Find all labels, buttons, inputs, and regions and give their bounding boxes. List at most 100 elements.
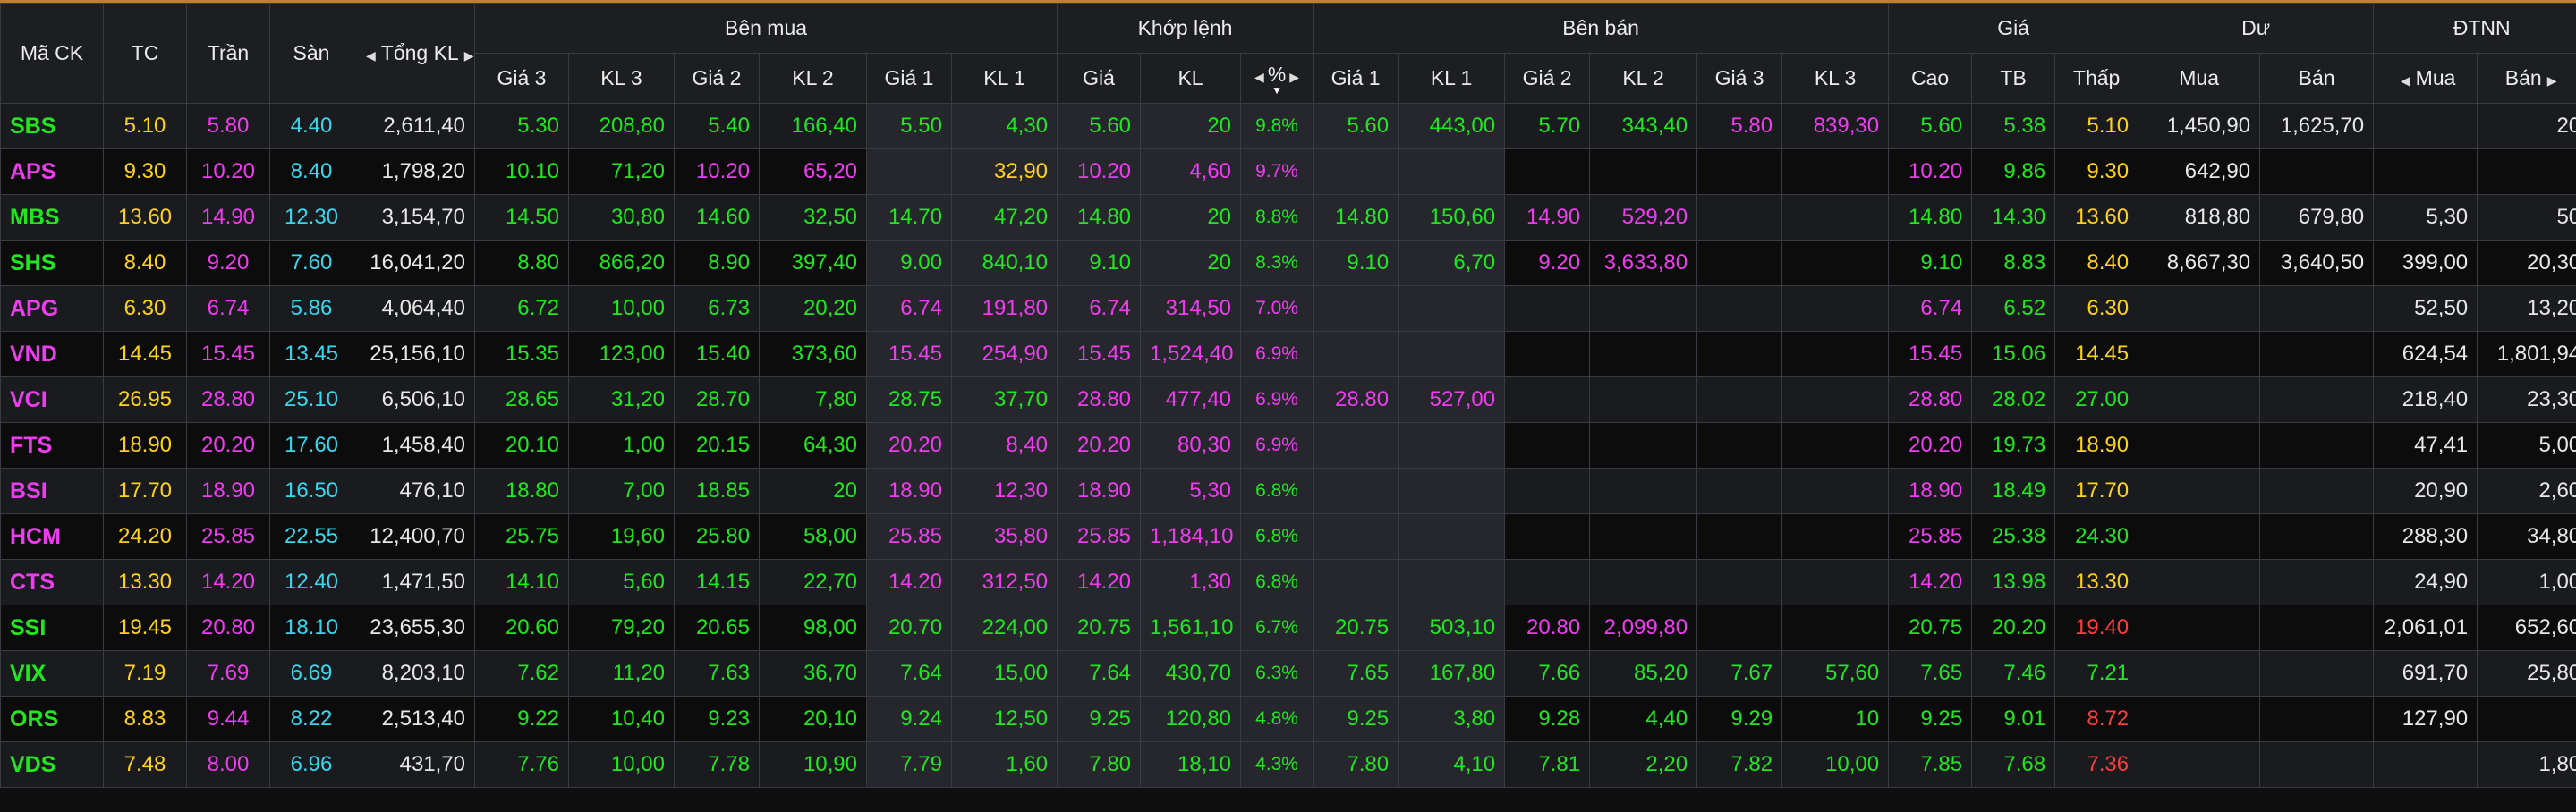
cell-buy-price-3[interactable]: 9.22 (474, 696, 569, 742)
cell-sell-price-2[interactable]: 14.90 (1504, 194, 1591, 241)
col-foreign-sell[interactable]: Bán ▶ (2477, 53, 2576, 104)
cell-sell-vol-1[interactable]: 167,80 (1398, 650, 1506, 697)
cell-match-pct[interactable]: 6.8% (1240, 559, 1314, 605)
cell-ceil[interactable]: 25.85 (186, 513, 270, 560)
cell-sell-price-1[interactable] (1313, 559, 1399, 605)
col-sell-price-2[interactable]: Giá 2 (1504, 53, 1591, 104)
cell-buy-vol-2[interactable]: 98,00 (759, 605, 867, 651)
cell-sell-vol-3[interactable] (1781, 559, 1890, 605)
cell-floor[interactable]: 25.10 (269, 376, 353, 423)
cell-buy-vol-3[interactable]: 10,00 (568, 741, 675, 788)
cell-buy-vol-3[interactable]: 11,20 (568, 650, 675, 697)
cell-sell-vol-1[interactable]: 4,10 (1398, 741, 1506, 788)
col-low[interactable]: Thấp (2054, 53, 2139, 104)
cell-symbol[interactable]: VND (0, 331, 104, 377)
cell-sell-vol-2[interactable] (1589, 422, 1698, 469)
cell-match-vol[interactable]: 5,30 (1140, 468, 1242, 514)
cell-sell-price-2[interactable]: 5.70 (1504, 103, 1591, 149)
cell-ref[interactable]: 6.30 (103, 285, 187, 332)
cell-ref[interactable]: 26.95 (103, 376, 187, 423)
table-row[interactable]: VCI 26.95 28.80 25.10 6,506,10 28.65 31,20 28.7… (0, 376, 2576, 423)
cell-sell-vol-1[interactable] (1398, 559, 1506, 605)
cell-buy-price-3[interactable]: 7.62 (474, 650, 569, 697)
cell-sell-price-3[interactable] (1696, 194, 1783, 241)
cell-ref[interactable]: 14.45 (103, 331, 187, 377)
cell-match-vol[interactable]: 1,561,10 (1140, 605, 1242, 651)
cell-sell-price-3[interactable] (1696, 468, 1783, 514)
cell-buy-vol-3[interactable]: 31,20 (568, 376, 675, 423)
cell-floor[interactable]: 22.55 (269, 513, 353, 560)
cell-buy-price-3[interactable]: 5.30 (474, 103, 569, 149)
cell-sell-price-3[interactable] (1696, 422, 1783, 469)
cell-avg[interactable]: 5.38 (1971, 103, 2056, 149)
cell-match-price[interactable]: 7.80 (1057, 741, 1142, 788)
cell-match-pct[interactable]: 6.9% (1240, 422, 1314, 469)
cell-high[interactable]: 7.85 (1888, 741, 1973, 788)
cell-ref[interactable]: 7.19 (103, 650, 187, 697)
cell-low[interactable]: 24.30 (2054, 513, 2139, 560)
cell-ref[interactable]: 8.40 (103, 240, 187, 286)
cell-buy-vol-1[interactable]: 47,20 (950, 194, 1058, 241)
cell-avg[interactable]: 28.02 (1971, 376, 2056, 423)
cell-sell-vol-3[interactable] (1781, 422, 1890, 469)
cell-buy-vol-1[interactable]: 35,80 (950, 513, 1058, 560)
cell-sell-price-3[interactable] (1696, 148, 1783, 195)
cell-sell-price-2[interactable]: 7.81 (1504, 741, 1591, 788)
cell-buy-vol-2[interactable]: 397,40 (759, 240, 867, 286)
cell-sell-vol-3[interactable] (1781, 285, 1890, 332)
cell-sell-vol-1[interactable]: 527,00 (1398, 376, 1506, 423)
cell-sell-price-2[interactable] (1504, 148, 1591, 195)
cell-sell-vol-1[interactable] (1398, 422, 1506, 469)
col-match-vol[interactable]: KL (1140, 53, 1242, 104)
cell-avg[interactable]: 18.49 (1971, 468, 2056, 514)
cell-sell-vol-2[interactable] (1589, 148, 1698, 195)
cell-buy-vol-3[interactable]: 10,40 (568, 696, 675, 742)
cell-ref[interactable]: 24.20 (103, 513, 187, 560)
cell-floor[interactable]: 6.69 (269, 650, 353, 697)
cell-symbol[interactable]: VCI (0, 376, 104, 423)
cell-sell-price-1[interactable]: 14.80 (1313, 194, 1399, 241)
cell-buy-vol-3[interactable]: 19,60 (568, 513, 675, 560)
cell-sell-price-3[interactable]: 5.80 (1696, 103, 1783, 149)
cell-sell-price-2[interactable]: 9.28 (1504, 696, 1591, 742)
cell-sell-price-3[interactable]: 9.29 (1696, 696, 1783, 742)
triangle-left-icon[interactable]: ◀ (1254, 70, 1264, 84)
cell-buy-price-2[interactable]: 18.85 (674, 468, 760, 514)
cell-match-pct[interactable]: 4.8% (1240, 696, 1314, 742)
cell-sell-vol-3[interactable] (1781, 376, 1890, 423)
cell-match-price[interactable]: 14.80 (1057, 194, 1142, 241)
col-total-vol[interactable]: ◀ Tổng KL ▶ (353, 3, 475, 104)
cell-avg[interactable]: 8.83 (1971, 240, 2056, 286)
cell-buy-price-2[interactable]: 6.73 (674, 285, 760, 332)
table-row[interactable]: VND 14.45 15.45 13.45 25,156,10 15.35 123,00 15… (0, 331, 2576, 377)
cell-low[interactable]: 17.70 (2054, 468, 2139, 514)
cell-buy-vol-3[interactable]: 1,00 (568, 422, 675, 469)
cell-sell-vol-3[interactable] (1781, 194, 1890, 241)
cell-sell-vol-2[interactable] (1589, 468, 1698, 514)
col-buy-vol-1[interactable]: KL 1 (950, 53, 1058, 104)
cell-avg[interactable]: 6.52 (1971, 285, 2056, 332)
cell-buy-vol-3[interactable]: 5,60 (568, 559, 675, 605)
cell-floor[interactable]: 5.86 (269, 285, 353, 332)
cell-buy-price-3[interactable]: 10.10 (474, 148, 569, 195)
cell-avg[interactable]: 7.46 (1971, 650, 2056, 697)
cell-match-vol[interactable]: 20 (1140, 240, 1242, 286)
cell-buy-price-3[interactable]: 14.10 (474, 559, 569, 605)
cell-match-price[interactable]: 20.20 (1057, 422, 1142, 469)
cell-sell-price-2[interactable] (1504, 468, 1591, 514)
cell-buy-vol-2[interactable]: 166,40 (759, 103, 867, 149)
cell-buy-vol-1[interactable]: 37,70 (950, 376, 1058, 423)
cell-match-price[interactable]: 28.80 (1057, 376, 1142, 423)
cell-avg[interactable]: 20.20 (1971, 605, 2056, 651)
cell-floor[interactable]: 16.50 (269, 468, 353, 514)
cell-low[interactable]: 13.60 (2054, 194, 2139, 241)
cell-sell-price-3[interactable] (1696, 331, 1783, 377)
cell-buy-price-2[interactable]: 10.20 (674, 148, 760, 195)
cell-buy-price-3[interactable]: 20.10 (474, 422, 569, 469)
cell-floor[interactable]: 12.30 (269, 194, 353, 241)
table-row[interactable]: HCM 24.20 25.85 22.55 12,400,70 25.75 19,60 25.… (0, 513, 2576, 560)
col-ref[interactable]: TC (103, 3, 187, 104)
cell-sell-price-1[interactable] (1313, 331, 1399, 377)
cell-buy-vol-1[interactable]: 32,90 (950, 148, 1058, 195)
cell-buy-price-2[interactable]: 15.40 (674, 331, 760, 377)
